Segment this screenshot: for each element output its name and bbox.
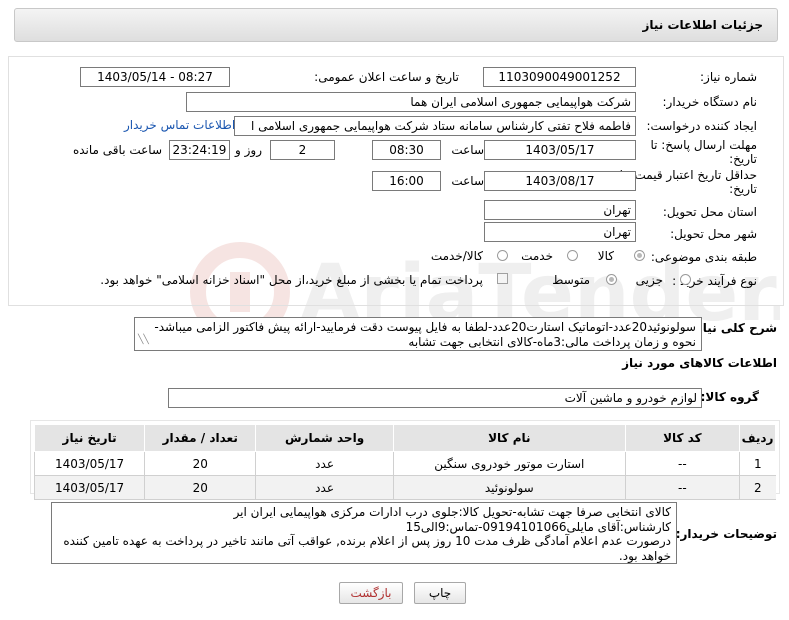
deadline-time-field: 08:30 (372, 140, 441, 160)
category-service-radio[interactable] (567, 250, 578, 261)
cell-qty: 20 (144, 451, 256, 476)
need-number-field: 1103090049001252 (483, 67, 636, 87)
summary-line-2: نحوه و زمان پرداخت مالی:3ماه-کالای انتخا… (408, 335, 696, 349)
print-button[interactable]: چاپ (414, 582, 466, 604)
resize-handle-icon[interactable]: ╲╲ (138, 333, 149, 348)
treasury-payment-checkbox[interactable] (497, 273, 508, 284)
goods-group-label: گروه کالا: (700, 390, 759, 404)
city-label: شهر محل تحویل: (670, 227, 757, 241)
cell-qty: 20 (144, 475, 256, 500)
cell-date: 1403/05/17 (33, 451, 145, 476)
buyer-contact-link[interactable]: اطلاعات تماس خریدار (124, 118, 235, 132)
buyer-org-field: شرکت هواپیمایی جمهوری اسلامی ایران هما (186, 92, 636, 112)
cell-unit: عدد (255, 451, 394, 476)
cell-unit: عدد (255, 475, 394, 500)
announce-date-label: تاریخ و ساعت اعلان عمومی: (314, 70, 459, 84)
col-qty: تعداد / مقدار (144, 424, 257, 452)
cell-row: 1 (739, 451, 776, 476)
goods-section-heading: اطلاعات کالاهای مورد نیاز (622, 356, 777, 370)
requester-field: فاطمه فلاح تفتی کارشناس سامانه ستاد شرکت… (234, 116, 636, 136)
validity-time-field: 16:00 (372, 171, 441, 191)
treasury-payment-label: پرداخت تمام یا بخشی از مبلغ خرید،از محل … (100, 273, 483, 287)
col-code: کد کالا (624, 424, 741, 452)
cell-code: -- (624, 475, 740, 500)
province-label: استان محل تحویل: (662, 205, 757, 219)
summary-label: شرح کلی نیاز: (691, 321, 777, 335)
cell-code: -- (624, 451, 740, 476)
process-medium-label: متوسط (552, 273, 590, 287)
buyer-org-label: نام دستگاه خریدار: (662, 95, 758, 109)
items-table: ردیف کد کالا نام کالا واحد شمارش تعداد /… (33, 424, 776, 500)
remaining-time-field: 23:24:19 (169, 140, 230, 160)
table-header-row: ردیف کد کالا نام کالا واحد شمارش تعداد /… (33, 424, 776, 452)
col-unit: واحد شمارش (255, 424, 394, 452)
cell-row: 2 (739, 475, 776, 500)
category-goods-label: کالا (597, 249, 614, 263)
category-label: طبقه بندی موضوعی: (650, 250, 757, 264)
buyer-notes-field: کالای انتخابی صرفا جهت تشابه-تحویل کالا:… (51, 502, 677, 564)
deadline-date-field: 1403/05/17 (484, 140, 636, 160)
validity-label-date: تاریخ: (729, 182, 757, 196)
process-medium-radio[interactable] (606, 274, 617, 285)
buyer-notes-line-4: خواهد بود. (618, 548, 671, 563)
cell-date: 1403/05/17 (33, 475, 145, 500)
buyer-notes-line-2: کارشناس:آقای مایلی09194101066-تماس:9الی1… (405, 519, 671, 534)
summary-field: سولونوئید20عدد-اتوماتیک استارت20عدد-لطفا… (134, 317, 702, 351)
deadline-label: مهلت ارسال پاسخ: تا (650, 138, 757, 152)
col-date: تاریخ نیاز (33, 424, 146, 452)
need-number-label: شماره نیاز: (700, 70, 757, 84)
table-row: 1 -- استارت موتور خودروی سنگین عدد 20 14… (33, 451, 776, 476)
goods-group-field: لوازم خودرو و ماشین آلات (168, 388, 702, 408)
deadline-time-label: ساعت (451, 143, 484, 157)
requester-label: ایجاد کننده درخواست: (646, 119, 757, 133)
deadline-label-date: تاریخ: (729, 152, 757, 166)
province-field: تهران (484, 200, 636, 220)
process-minor-radio[interactable] (680, 274, 691, 285)
remaining-time-label: ساعت باقی مانده (72, 143, 162, 157)
col-row: ردیف (739, 424, 776, 452)
category-service-label: خدمت (521, 249, 553, 263)
days-label: روز و (235, 143, 262, 157)
summary-line-1: سولونوئید20عدد-اتوماتیک استارت20عدد-لطفا… (154, 320, 696, 334)
page-title: جزئیات اطلاعات نیاز (642, 18, 763, 32)
days-remaining-field: 2 (270, 140, 335, 160)
col-name: نام کالا (392, 424, 626, 452)
category-goods-radio[interactable] (634, 250, 645, 261)
cell-name: سولونوئید (392, 475, 626, 500)
process-minor-label: جزیی (635, 273, 663, 287)
buyer-notes-line-1: کالای انتخابی صرفا جهت تشابه-تحویل کالا:… (233, 505, 671, 519)
back-button[interactable]: بازگشت (339, 582, 403, 604)
page-header: جزئیات اطلاعات نیاز (14, 8, 778, 42)
announce-date-field: 1403/05/14 - 08:27 (80, 67, 230, 87)
category-goods-service-radio[interactable] (497, 250, 508, 261)
cell-name: استارت موتور خودروی سنگین (392, 451, 626, 476)
city-field: تهران (484, 222, 636, 242)
validity-date-field: 1403/08/17 (484, 171, 636, 191)
table-row: 2 -- سولونوئید عدد 20 1403/05/17 (33, 475, 776, 500)
validity-label: حداقل تاریخ اعتبار قیمت: تا (619, 168, 757, 182)
validity-time-label: ساعت (451, 174, 484, 188)
buyer-notes-label: توضیحات خریدار: (675, 527, 777, 541)
buyer-notes-line-3: درصورت عدم اعلام آمادگی ظرف مدت 10 روز پ… (63, 534, 671, 548)
category-goods-service-label: کالا/خدمت (430, 249, 483, 263)
